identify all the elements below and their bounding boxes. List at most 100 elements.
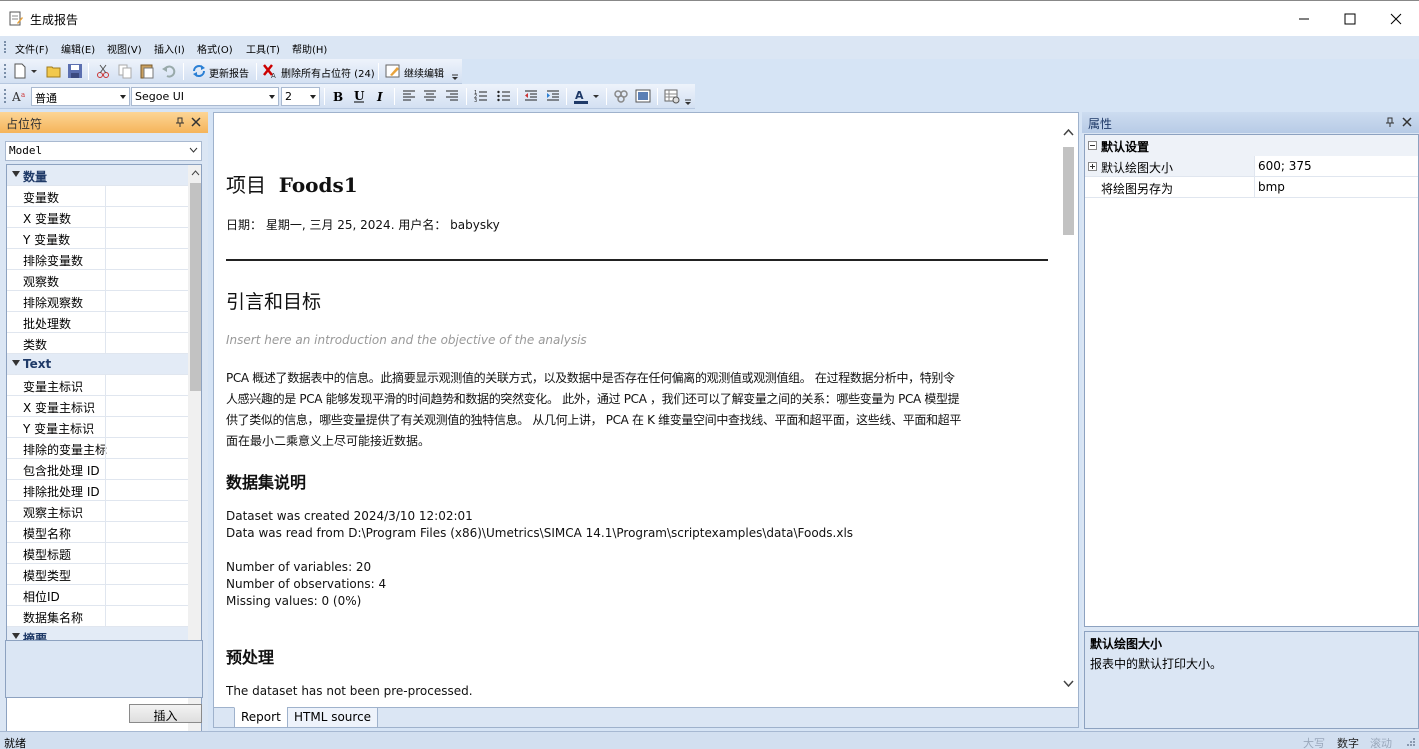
resize-grip-icon[interactable] (1405, 736, 1416, 747)
placeholder-panel-header: 占位符 (0, 112, 208, 133)
increase-indent-icon[interactable] (545, 88, 561, 104)
cut-icon[interactable] (95, 63, 111, 79)
refresh-report-button[interactable]: 更新报告 (209, 65, 249, 80)
tab-report[interactable]: Report (234, 707, 288, 728)
menu-file[interactable]: 文件(F) (15, 41, 49, 56)
font-color-icon[interactable]: A (573, 88, 589, 104)
font-family-select[interactable]: Segoe UI (131, 87, 279, 106)
paste-icon[interactable] (139, 63, 155, 79)
menu-edit[interactable]: 编辑(E) (61, 41, 95, 56)
expand-icon[interactable] (1088, 162, 1097, 171)
bold-icon[interactable]: B (330, 88, 346, 104)
pca-paragraph-line-1: PCA 概述了数据表中的信息。此摘要显示观测值的关联方式，以及数据中是否存在任何… (226, 371, 955, 385)
insert-button[interactable]: 插入 (129, 704, 202, 723)
delete-all-placeholders-button[interactable]: 删除所有占位符 (24) (281, 65, 375, 80)
tree-category[interactable]: Text (7, 354, 188, 375)
tree-item[interactable]: 数据集名称 (7, 606, 188, 627)
close-panel-icon[interactable] (1402, 117, 1412, 127)
bullet-list-icon[interactable] (496, 88, 512, 104)
open-folder-icon[interactable] (46, 63, 62, 79)
tree-item[interactable]: Y 变量主标识 (7, 417, 188, 438)
tree-item[interactable]: 排除批处理 ID (7, 480, 188, 501)
menu-insert[interactable]: 插入(I) (154, 41, 185, 56)
italic-icon[interactable]: I (373, 88, 389, 104)
copy-icon[interactable] (117, 63, 133, 79)
scrollbar-thumb[interactable] (1063, 147, 1074, 235)
menu-help[interactable]: 帮助(H) (292, 41, 327, 56)
chevron-down-icon (269, 95, 275, 99)
tree-item[interactable]: 排除的变量主标 (7, 438, 188, 459)
tree-item[interactable]: 变量主标识 (7, 375, 188, 396)
insert-image-icon[interactable] (635, 88, 651, 104)
scroll-up-icon[interactable] (191, 170, 200, 176)
pin-icon[interactable] (175, 117, 185, 128)
tab-html-source[interactable]: HTML source (287, 707, 379, 728)
align-center-icon[interactable] (422, 88, 438, 104)
paragraph-style-select[interactable]: 普通 (31, 87, 130, 106)
placeholder-filter-select[interactable]: Model (5, 141, 202, 161)
tree-item[interactable]: 排除变量数 (7, 249, 188, 270)
tree-item[interactable]: 观察主标识 (7, 501, 188, 522)
continue-editing-button[interactable]: 继续编辑 (404, 65, 444, 80)
numbered-list-icon[interactable]: 123 (473, 88, 489, 104)
tree-item[interactable]: X 变量数 (7, 207, 188, 228)
hyperlink-icon[interactable] (613, 88, 629, 104)
pin-icon[interactable] (1385, 117, 1395, 128)
align-left-icon[interactable] (401, 88, 417, 104)
dropdown-arrow-icon[interactable] (592, 88, 600, 104)
underline-icon[interactable]: U (351, 88, 367, 104)
table-options-icon[interactable] (664, 88, 680, 104)
tree-item-label: 类数 (23, 338, 48, 352)
tree-item[interactable]: 相位ID (7, 585, 188, 606)
property-row-save-format[interactable]: 将绘图另存为 bmp (1085, 177, 1418, 198)
tree-item[interactable]: 变量数 (7, 186, 188, 207)
scrollbar-thumb[interactable] (190, 183, 201, 391)
menu-tools[interactable]: 工具(T) (246, 41, 280, 56)
tree-item[interactable]: 模型标题 (7, 543, 188, 564)
tree-item[interactable]: 观察数 (7, 270, 188, 291)
close-panel-icon[interactable] (191, 117, 201, 127)
tree-item[interactable]: 类数 (7, 333, 188, 354)
font-size-select[interactable]: 2 (281, 87, 320, 106)
tree-category[interactable]: 数量 (7, 165, 188, 186)
minimize-button[interactable] (1281, 1, 1327, 37)
property-category-row[interactable]: 默认设置 (1085, 135, 1418, 156)
new-document-icon[interactable] (12, 63, 28, 79)
dropdown-arrow-icon[interactable] (30, 63, 38, 79)
property-row-plot-size[interactable]: 默认绘图大小 600; 375 (1085, 156, 1418, 177)
toolbar-overflow-icon[interactable] (450, 65, 460, 81)
scroll-down-icon[interactable] (1063, 680, 1074, 687)
decrease-indent-icon[interactable] (523, 88, 539, 104)
refresh-icon[interactable] (191, 63, 207, 79)
expand-triangle-icon[interactable] (12, 171, 20, 177)
tree-item[interactable]: 模型名称 (7, 522, 188, 543)
report-scrollbar[interactable] (1060, 123, 1077, 697)
tree-item[interactable]: 批处理数 (7, 312, 188, 333)
tree-value-divider (105, 564, 106, 585)
expand-triangle-icon[interactable] (12, 633, 20, 639)
close-button[interactable] (1373, 1, 1419, 37)
tree-item[interactable]: X 变量主标识 (7, 396, 188, 417)
save-icon[interactable] (67, 63, 83, 79)
delete-placeholders-icon[interactable]: A (262, 63, 278, 79)
tree-item[interactable]: 排除观察数 (7, 291, 188, 312)
tree-value-divider (105, 270, 106, 291)
undo-icon[interactable] (161, 63, 177, 79)
menu-format[interactable]: 格式(O) (197, 41, 233, 56)
property-value: bmp (1258, 180, 1285, 194)
maximize-button[interactable] (1327, 1, 1373, 37)
menu-view[interactable]: 视图(V) (107, 41, 142, 56)
tree-item[interactable]: 模型类型 (7, 564, 188, 585)
tree-item[interactable]: Y 变量数 (7, 228, 188, 249)
continue-edit-icon[interactable] (385, 63, 401, 79)
expand-triangle-icon[interactable] (12, 360, 20, 366)
collapse-icon[interactable] (1088, 141, 1097, 150)
report-document[interactable]: 项目 Foods1 日期： 星期一, 三月 25, 2024. 用户名： bab… (226, 113, 1056, 707)
close-icon (1390, 13, 1402, 25)
toolbar-overflow-icon[interactable] (683, 90, 693, 106)
property-value-cell[interactable]: bmp (1254, 177, 1418, 197)
property-value-cell[interactable]: 600; 375 (1254, 156, 1418, 176)
tree-item[interactable]: 包含批处理 ID (7, 459, 188, 480)
align-right-icon[interactable] (444, 88, 460, 104)
scroll-up-icon[interactable] (1063, 129, 1074, 136)
